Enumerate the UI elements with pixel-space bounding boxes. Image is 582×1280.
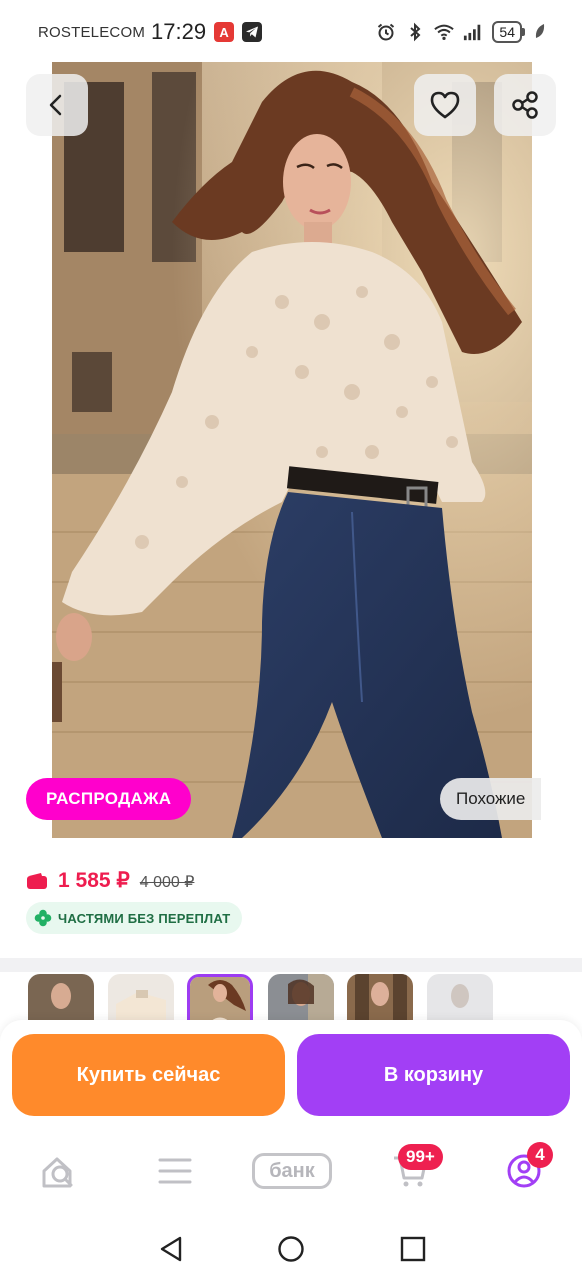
wifi-icon (434, 24, 455, 40)
installment-label: ЧАСТЯМИ БЕЗ ПЕРЕПЛАТ (58, 910, 231, 926)
notification-app-icon: A (214, 22, 235, 42)
product-photo[interactable] (52, 62, 532, 838)
old-price: 4 000 ₽ (139, 874, 195, 891)
system-navigation-bar (0, 1218, 582, 1280)
clock: 17:29 (151, 19, 207, 44)
telegram-icon (242, 22, 263, 42)
product-screen: ROSTELECOM 17:29 A 54 РАСПРОДАЖА Похожие… (0, 0, 582, 1280)
system-recents-icon (400, 1236, 426, 1262)
similar-button[interactable]: Похожие (440, 778, 542, 820)
section-divider (0, 958, 582, 972)
action-bar: Купить сейчас В корзину (0, 1020, 582, 1128)
battery-indicator: 54 (492, 21, 525, 43)
bank-label: банк (252, 1153, 332, 1189)
favorite-button[interactable] (414, 74, 476, 136)
price-row: 1 585 ₽ 4 000 ₽ (26, 868, 194, 893)
nav-bank[interactable]: банк (251, 1146, 333, 1196)
buy-now-button[interactable]: Купить сейчас (12, 1034, 285, 1116)
clover-icon (34, 909, 52, 927)
back-button[interactable] (26, 74, 88, 136)
status-bar: ROSTELECOM 17:29 A 54 (0, 0, 582, 64)
nav-catalog[interactable] (145, 1146, 205, 1196)
system-home-button[interactable] (276, 1234, 306, 1264)
battery-tip (522, 28, 525, 36)
profile-badge: 4 (527, 1142, 553, 1168)
bluetooth-icon (410, 22, 421, 42)
share-icon (512, 91, 538, 119)
system-home-icon (278, 1236, 304, 1262)
share-button[interactable] (494, 74, 556, 136)
battery-level: 54 (492, 21, 522, 43)
leaf-icon (535, 24, 545, 38)
menu-icon (158, 1158, 192, 1184)
bottom-navigation: банк 99+ 4 (0, 1128, 582, 1218)
alarm-icon (378, 23, 395, 41)
cart-badge: 99+ (398, 1144, 443, 1170)
sale-badge: РАСПРОДАЖА (26, 778, 192, 820)
system-back-icon (160, 1236, 182, 1262)
wallet-icon (27, 872, 47, 889)
system-recents-button[interactable] (398, 1234, 428, 1264)
current-price: 1 585 ₽ (58, 869, 130, 892)
add-to-cart-button[interactable]: В корзину (297, 1034, 570, 1116)
product-image (52, 62, 532, 838)
home-search-icon (42, 1157, 73, 1188)
carrier-name: ROSTELECOM (38, 23, 146, 41)
system-back-button[interactable] (156, 1234, 186, 1264)
signal-icon (464, 24, 481, 41)
back-icon (49, 94, 62, 116)
nav-home[interactable] (30, 1146, 90, 1196)
status-icons: 54 (376, 21, 546, 43)
installment-badge[interactable]: ЧАСТЯМИ БЕЗ ПЕРЕПЛАТ (26, 902, 243, 934)
heart-icon (430, 91, 460, 119)
price-card: 1 585 ₽ 4 000 ₽ ЧАСТЯМИ БЕЗ ПЕРЕПЛАТ (0, 840, 582, 958)
